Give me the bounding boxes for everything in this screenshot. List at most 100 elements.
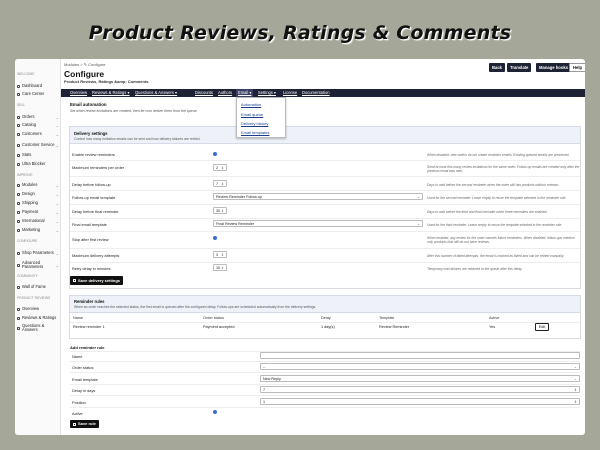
enable-reminders-toggle[interactable] [213, 152, 217, 156]
save-delivery-settings-button[interactable]: Save delivery settings [70, 276, 124, 285]
rule-active: Yes [489, 325, 496, 329]
chevron-down-icon: ⌄ [573, 377, 577, 381]
add-rule-title: Add reminder rule [70, 345, 105, 350]
delay-days-input[interactable]: 7 ⇕ [260, 386, 580, 393]
delivery-settings-title: Delivery settings [74, 131, 108, 136]
chevron-down-icon: ⌄ [416, 195, 420, 199]
stepper-icon: ⇕ [573, 388, 577, 392]
retry-delay-input[interactable]: 15 ⇕ [213, 264, 227, 271]
stepper-icon: ⇕ [220, 253, 224, 257]
field-label-delay-days: Delay in days [72, 388, 96, 393]
column-header-active: Active [489, 316, 500, 320]
sidebar-item-orders[interactable]: Orders ⌄ [16, 113, 60, 121]
page-title: Configure [64, 69, 105, 79]
final-delay-input[interactable]: 30 ⇕ [213, 207, 227, 214]
sidebar-item-questions-answers[interactable]: Questions & Answers [16, 323, 60, 333]
nav-documentation[interactable]: Documentation [302, 89, 330, 97]
final-template-select[interactable]: Final Review Reminder ⌄ [213, 220, 423, 227]
field-help: Send at most this many review invitation… [427, 165, 580, 174]
sidebar-item-shipping[interactable]: Shipping ⌄ [16, 199, 60, 207]
nav-discounts[interactable]: Discounts [195, 89, 213, 97]
sidebar-item-payment[interactable]: Payment ⌄ [16, 208, 60, 216]
advanced-parameters-icon [17, 263, 20, 267]
chevron-down-icon: ⌄ [573, 365, 577, 369]
help-button[interactable]: Help [569, 63, 585, 72]
sidebar-item-care-center[interactable]: Care Center [16, 90, 60, 98]
customer-service-icon [17, 143, 20, 147]
breadcrumb[interactable]: Modules > ✎ Configure [64, 62, 105, 67]
sidebar-item-stats[interactable]: Stats [16, 151, 60, 159]
menu-item-email-templates[interactable]: Email templates [241, 130, 269, 135]
field-help: Temporary mail failures are returned to … [427, 267, 523, 271]
stats-icon [17, 153, 20, 157]
field-help: When enabled, any review for the order c… [427, 236, 575, 245]
chevron-down-icon: ⌄ [55, 227, 59, 233]
nav-license[interactable]: License [283, 89, 297, 97]
manage-hooks-button[interactable]: Manage hooks [536, 63, 572, 72]
sidebar-item-shop-parameters[interactable]: Shop Parameters ⌄ [16, 248, 60, 258]
rule-name: Review reminder 1 [73, 325, 105, 329]
followup-delay-input[interactable]: 7 ⇕ [213, 180, 227, 187]
chevron-down-icon: ⌄ [55, 218, 59, 224]
nav-authors[interactable]: Authors [218, 89, 232, 97]
field-label-order-status: Order status [72, 365, 94, 370]
menu-item-automation[interactable]: Automation [241, 102, 261, 107]
row-divider [70, 176, 580, 177]
row-divider [70, 231, 580, 232]
field-help: Days to wait before the third and final … [427, 210, 548, 214]
sidebar-item-international[interactable]: International ⌄ [16, 217, 60, 225]
email-template-select[interactable]: New Reply ⌄ [260, 375, 580, 382]
row-divider [70, 361, 580, 362]
edit-rule-button[interactable]: Edit [535, 323, 549, 331]
sidebar-section-configure: CONFIGURE [17, 239, 38, 243]
sidebar-item-ultra-blocker[interactable]: Ultra Blocker [16, 160, 60, 168]
sidebar-item-advanced-parameters[interactable]: Advanced Parameters ⌄ [16, 260, 60, 270]
save-icon [73, 279, 76, 282]
position-input[interactable]: 1 ⇕ [260, 398, 580, 405]
field-label-final-delay: Delay before final reminder [72, 209, 119, 214]
followup-template-select[interactable]: Review Reminder Follow-up ⌄ [213, 193, 423, 200]
field-help: After this number of failed attempts, th… [427, 254, 565, 258]
sidebar-item-modules[interactable]: Modules ⌄ [16, 181, 60, 189]
menu-item-email-queue[interactable]: Email queue [241, 112, 263, 117]
sidebar-item-reviews-ratings[interactable]: Reviews & Ratings [16, 314, 60, 322]
delivery-settings-header: Delivery settings Control how many invit… [69, 126, 581, 144]
sidebar-item-dashboard[interactable]: Dashboard [16, 82, 60, 90]
save-rule-button[interactable]: Save rule [70, 420, 99, 428]
stepper-icon: ⇕ [220, 266, 224, 270]
max-attempts-input[interactable]: 3 ⇕ [213, 251, 227, 258]
sidebar-item-catalog[interactable]: Catalog ⌄ [16, 121, 60, 129]
sidebar-item-customer-service[interactable]: Customer Service ⌄ [16, 140, 60, 150]
nav-reviews-ratings[interactable]: Reviews & Ratings ▾ [92, 89, 130, 97]
question-icon [17, 326, 20, 330]
chevron-down-icon: ⌄ [55, 114, 59, 120]
nav-questions-answers[interactable]: Questions & Answers ▾ [135, 89, 177, 97]
row-divider [70, 160, 580, 161]
sidebar-item-wall-of-fame[interactable]: Wall of Fame [16, 283, 60, 291]
nav-email[interactable]: Email ▾ [236, 89, 254, 97]
shipping-icon [17, 201, 20, 205]
rule-active-toggle[interactable] [213, 410, 217, 414]
sidebar-item-customers[interactable]: Customers ⌄ [16, 130, 60, 138]
orders-icon [17, 115, 20, 119]
sidebar-item-overview[interactable]: Overview [16, 305, 60, 313]
rule-name-input[interactable] [260, 352, 580, 359]
nav-overview[interactable]: Overview [70, 89, 87, 97]
dashboard-icon [17, 84, 20, 88]
stop-after-first-toggle[interactable] [213, 236, 217, 240]
translate-button[interactable]: Translate [507, 63, 532, 72]
sidebar-item-marketing[interactable]: Marketing ⌄ [16, 226, 60, 234]
overview-icon [17, 307, 20, 311]
chevron-down-icon: ⌄ [55, 209, 59, 215]
app-window: WELCOME Dashboard Care Center SELL Order… [15, 59, 585, 435]
wall-of-fame-icon [17, 285, 20, 289]
sidebar-item-design[interactable]: Design ⌄ [16, 190, 60, 198]
back-button[interactable]: Back [489, 63, 506, 72]
care-center-icon [17, 92, 20, 96]
modules-icon [17, 183, 20, 187]
nav-settings[interactable]: Settings ▾ [258, 89, 276, 97]
menu-item-delivery-history[interactable]: Delivery history [241, 121, 268, 126]
max-reminders-input[interactable]: 2 ⇕ [213, 164, 227, 171]
field-help: When disabled, new orders do not create … [427, 153, 570, 157]
order-status-select[interactable]: -- ⌄ [260, 363, 580, 370]
